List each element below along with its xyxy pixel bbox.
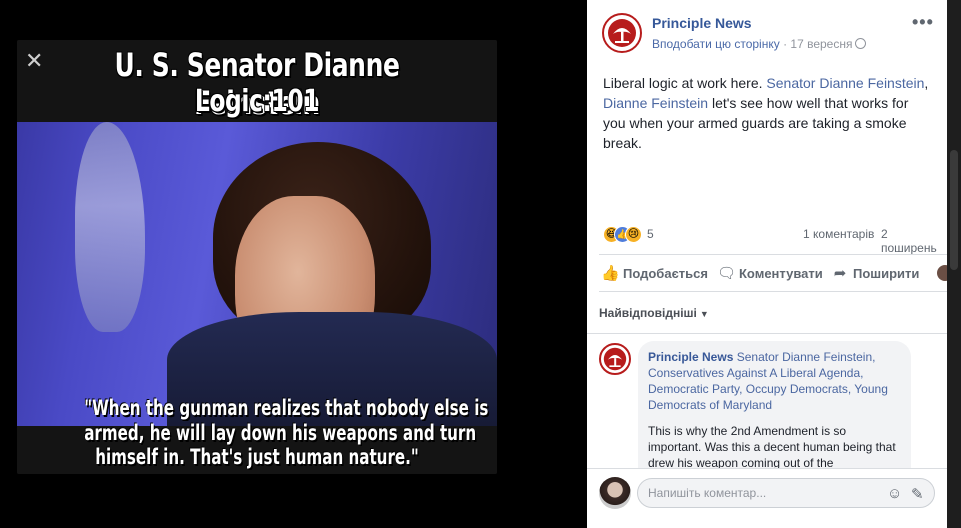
meme-image: U. S. Senator Dianne Feinstein Logic:101…: [17, 40, 497, 474]
page-avatar[interactable]: [602, 13, 642, 53]
thumbs-up-icon: 👍: [601, 265, 620, 282]
meme-caption-line: armed, he will lay down his weapons and …: [84, 421, 477, 445]
meta-separator: ·: [779, 37, 791, 51]
meme-subtitle: Logic:101: [194, 84, 320, 119]
background-face: [75, 122, 145, 332]
comment-button[interactable]: 🗨 Коментувати: [717, 264, 823, 282]
comment-bubble: Principle News Senator Dianne Feinstein,…: [638, 341, 911, 469]
like-button[interactable]: 👍 Подобається: [601, 264, 708, 282]
meme-caption-line: himself in. That's just human nature.": [95, 445, 419, 469]
close-icon[interactable]: ✕: [25, 50, 47, 72]
tree-logo-icon: [603, 347, 627, 371]
caret-down-icon: ▼: [699, 309, 709, 319]
globe-icon: [855, 38, 867, 49]
emoji-icon[interactable]: ☺: [887, 485, 902, 502]
reaction-count[interactable]: 5: [647, 227, 654, 241]
shares-count-link[interactable]: 2 поширень: [881, 227, 937, 255]
tag-link[interactable]: Dianne Feinstein: [603, 95, 708, 111]
meme-photo: [17, 122, 497, 432]
divider: [587, 333, 947, 334]
comment-header: Principle News Senator Dianne Feinstein,…: [648, 349, 901, 413]
sticker-icon[interactable]: ✎: [911, 485, 924, 503]
like-page-link[interactable]: Вподобати цю сторінку: [652, 37, 780, 51]
post-panel: Principle News Вподобати цю сторінку · 1…: [587, 0, 953, 528]
action-bar: 👍 Подобається 🗨 Коментувати ➦ Поширити: [599, 254, 953, 292]
post-meta: Вподобати цю сторінку · 17 вересня: [652, 37, 867, 51]
sad-reaction-icon[interactable]: 😢: [625, 226, 642, 243]
reactions-bar: 😆 👍 😢 5 1 коментарів 2 поширень: [603, 225, 937, 255]
page-name-link[interactable]: Principle News: [652, 15, 752, 31]
photo-viewer[interactable]: U. S. Senator Dianne Feinstein Logic:101…: [0, 0, 587, 528]
tree-logo-icon: [608, 19, 636, 47]
post-text: Liberal logic at work here. Senator Dian…: [603, 75, 929, 151]
comment-sort-dropdown[interactable]: Найвідповідніші ▼: [599, 306, 709, 320]
more-options-button[interactable]: •••: [912, 12, 934, 33]
scrollbar-thumb[interactable]: [950, 150, 958, 270]
comment-icon: 🗨: [717, 265, 737, 282]
comments-count-link[interactable]: 1 коментарів: [803, 227, 874, 241]
comment-author-avatar[interactable]: [599, 343, 631, 375]
post-date[interactable]: 17 вересня: [790, 37, 852, 51]
share-button[interactable]: ➦ Поширити: [831, 264, 920, 282]
scrollbar[interactable]: [947, 0, 961, 528]
share-icon: ➦: [833, 265, 847, 282]
tag-link[interactable]: Senator Dianne Feinstein: [766, 75, 924, 91]
comment-text: This is why the 2nd Amendment is so impo…: [648, 424, 896, 469]
comment-author-link[interactable]: Principle News: [648, 350, 733, 364]
meme-caption-line: "When the gunman realizes that nobody el…: [84, 396, 489, 420]
comment-composer: ☺ ✎: [587, 468, 947, 528]
user-avatar: [599, 477, 631, 509]
